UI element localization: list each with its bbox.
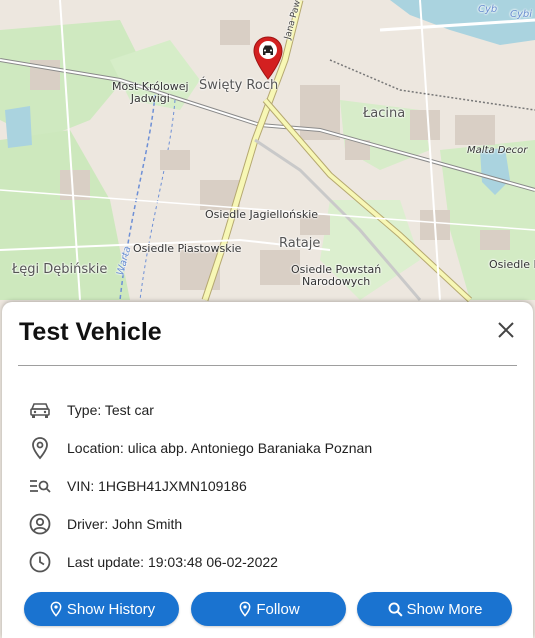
car-icon xyxy=(30,403,50,418)
detail-location: Location: ulica abp. Antoniego Baraniaka… xyxy=(67,440,373,456)
map-label-most: Most Królowej Jadwigi xyxy=(112,80,189,105)
panel-title: Test Vehicle xyxy=(19,318,162,346)
map-label-swiety-roch: Święty Roch xyxy=(199,78,279,93)
divider xyxy=(18,365,517,366)
map-label-rataje: Rataje xyxy=(279,236,321,251)
show-more-button[interactable]: Show More xyxy=(357,592,512,626)
close-icon[interactable] xyxy=(494,318,518,342)
detail-type: Type: Test car xyxy=(67,402,154,418)
clock-icon xyxy=(29,551,51,573)
show-history-label: Show History xyxy=(66,600,156,618)
user-circle-icon xyxy=(29,513,51,535)
detail-vin: VIN: 1HGBH41JXMN109186 xyxy=(67,478,247,494)
show-more-label: Show More xyxy=(406,600,483,618)
location-pin-icon xyxy=(50,601,62,617)
map-label-legi: Łęgi Dębińskie xyxy=(12,262,108,277)
follow-label: Follow xyxy=(256,600,300,618)
follow-button[interactable]: Follow xyxy=(191,592,346,626)
water-label-cybi: Cybi xyxy=(510,9,533,20)
location-pin-icon xyxy=(239,601,251,617)
water-label-cyb: Cyb xyxy=(478,4,498,15)
map-label-piastowskie: Osiedle Piastowskie xyxy=(133,242,242,255)
map-label-powstan: Osiedle Powstań Narodowych xyxy=(291,263,382,288)
search-icon xyxy=(388,602,403,617)
vehicle-details-panel: Test Vehicle Type: Test car Location: ul… xyxy=(2,302,533,638)
show-history-button[interactable]: Show History xyxy=(24,592,179,626)
detail-last-update: Last update: 19:03:48 06-02-2022 xyxy=(67,554,278,570)
search-list-icon xyxy=(30,480,51,493)
map-label-osiedle-l: Osiedle L xyxy=(489,258,535,271)
detail-driver: Driver: John Smith xyxy=(67,516,183,532)
map-label-malta: Malta Decor xyxy=(467,145,528,156)
location-pin-icon xyxy=(32,437,48,460)
map-label-jagiellonskie: Osiedle Jagiellońskie xyxy=(205,208,319,221)
car-marker-icon[interactable] xyxy=(253,36,283,80)
map-label-lacina: Łacina xyxy=(363,106,406,121)
